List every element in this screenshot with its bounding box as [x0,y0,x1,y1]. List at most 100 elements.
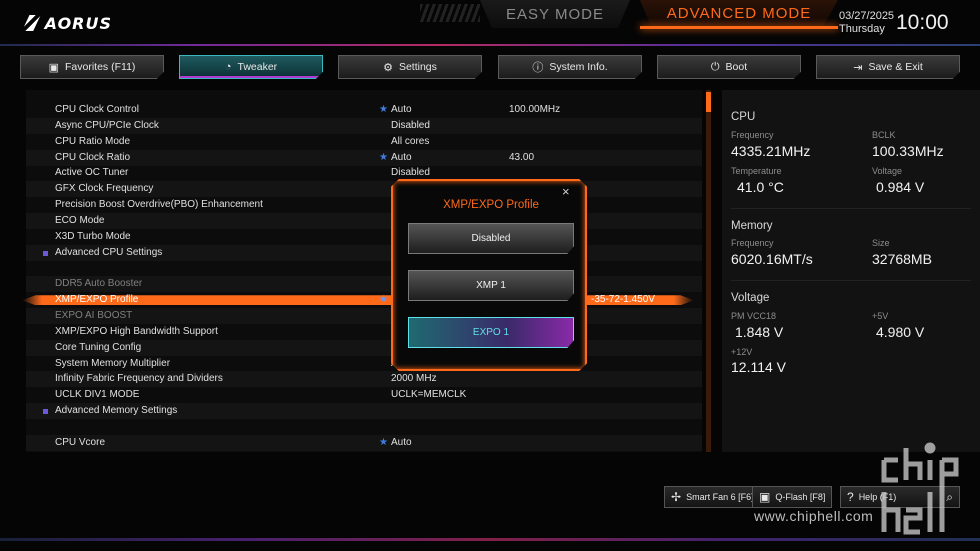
setting-row[interactable]: CPU Ratio Mode All cores [26,134,702,150]
setting-row[interactable]: Advanced CPU Settings [26,244,702,261]
5v-label: +5V [872,311,889,321]
setting-label: UCLK DIV1 MODE [55,389,140,401]
cpu-voltage-label: Voltage [872,166,903,176]
smart-fan-label: Smart Fan 6 [F6] [686,492,754,502]
tab-label: Boot [725,61,748,73]
tab-tweaker[interactable]: ◔ Tweaker [179,55,323,79]
chip-icon: ▣ [759,490,771,504]
favorite-star-icon[interactable]: ★ [379,102,388,118]
setting-value[interactable]: Disabled [391,165,430,181]
aorus-logo: AORUS [22,12,112,34]
setting-row[interactable]: UCLK DIV1 MODE UCLK=MEMCLK [26,387,702,403]
cpu-frequency-label: Frequency [731,130,774,140]
submenu-icon [43,250,48,256]
setting-label: CPU Vcore [55,436,106,448]
tab-save-exit[interactable]: ⇥ Save & Exit [816,55,960,79]
setting-row[interactable]: ECO Mode [26,212,702,229]
hardware-monitor-panel: CPU Frequency 4335.21MHz BCLK 100.33MHz … [722,90,980,452]
settings-scrollbar[interactable] [706,90,711,452]
setting-row[interactable]: Async CPU/PCIe Clock Disabled [26,117,702,134]
tab-system-info[interactable]: ⓘ System Info. [498,55,642,79]
tab-label: Settings [398,61,437,73]
favorite-star-icon[interactable]: ★ [379,150,388,166]
setting-row [26,261,702,277]
setting-value-current: -35-72-1.450V [591,294,655,306]
smart-fan-button[interactable]: ✢ Smart Fan 6 [F6] [664,486,761,508]
setting-row[interactable]: Active OC Tuner Disabled [26,165,702,181]
tab-favorites[interactable]: ▣ Favorites (F11) [20,55,164,79]
advanced-mode-tab[interactable]: ADVANCED MODE [640,0,838,28]
setting-label: GFX Clock Frequency [55,183,154,195]
setting-value-current: 100.00MHz [509,104,561,115]
option-xmp1[interactable]: XMP 1 [408,270,574,301]
memory-size-label: Size [872,238,890,248]
chiphell-watermark-logo [881,442,959,535]
setting-value[interactable]: Auto [391,150,412,166]
q-flash-label: Q-Flash [F8] [775,492,826,502]
setting-row[interactable]: EXPO AI BOOST [26,308,702,325]
setting-row[interactable]: System Memory MultiplierA [26,356,702,372]
setting-row[interactable]: CPU Vcore ★ Auto [26,434,702,451]
watermark-url: www.chiphell.com [754,508,874,524]
setting-value[interactable]: Auto [391,435,412,451]
setting-row[interactable]: DDR5 Auto Booster [26,276,702,293]
setting-row[interactable]: Infinity Fabric Frequency and Dividers 20… [26,371,702,388]
option-disabled[interactable]: Disabled [408,223,574,254]
tab-boot[interactable]: ⏻ Boot [657,55,801,79]
decorative-stripes [420,4,480,22]
setting-label: System Memory Multiplier [55,357,171,369]
setting-value[interactable]: UCLK=MEMCLK [391,387,466,403]
top-divider [0,44,980,46]
aorus-wing-icon [22,15,41,31]
setting-value[interactable]: Disabled [391,118,430,134]
cpu-frequency-value: 4335.21MHz [731,143,811,159]
tab-label: System Info. [549,61,608,73]
setting-label: Precision Boost Overdrive(PBO) Enhanceme… [55,199,263,211]
panel-divider [731,280,971,281]
memory-frequency-label: Frequency [731,238,774,248]
panel-divider [731,208,971,209]
cpu-temp-value: 41.0 °C [737,179,784,195]
day-text: Thursday [839,23,885,35]
gauge-icon: ◔ [224,61,232,73]
clock-display: 10:00 [896,11,949,34]
date-text: 03/27/2025 [839,10,895,22]
fan-icon: ✢ [671,490,682,504]
setting-value[interactable]: 2000 MHz [391,371,437,387]
tab-label: Save & Exit [868,61,923,73]
advanced-mode-underline [640,26,838,29]
close-icon[interactable]: × [562,184,570,199]
favorite-star-icon[interactable]: ★ [379,292,388,308]
setting-row[interactable]: Advanced Memory Settings [26,403,702,420]
setting-label: CPU Ratio Mode [55,135,131,147]
date-display: 03/27/2025 Thursday [839,10,894,36]
setting-row[interactable]: Precision Boost Overdrive(PBO) Enhanceme… [26,197,702,213]
easy-mode-tab[interactable]: EASY MODE [480,0,630,28]
submenu-icon [43,409,48,415]
setting-row[interactable]: CPU Clock Ratio ★ Auto 43.00 [26,149,702,166]
setting-row[interactable]: CPU Clock Control ★ Auto 100.00MHz [26,102,702,118]
bclk-value: 100.33MHz [872,143,944,159]
setting-row[interactable]: XMP/EXPO High Bandwidth Support [26,324,702,340]
bottom-divider [0,538,980,541]
setting-row[interactable]: Core Tuning Config [26,339,702,356]
setting-value[interactable]: All cores [391,134,429,150]
memory-size-value: 32768MB [872,251,932,267]
scrollbar-thumb[interactable] [706,92,711,112]
help-icon: ? [847,490,854,504]
option-expo1[interactable]: EXPO 1 [408,317,574,348]
memory-section-title: Memory [731,220,773,232]
tab-settings[interactable]: ⚙ Settings [338,55,482,79]
setting-value[interactable]: Auto [391,102,412,118]
q-flash-button[interactable]: ▣ Q-Flash [F8] [752,486,833,508]
setting-row[interactable]: X3D Turbo Mode [26,229,702,245]
setting-row[interactable]: GFX Clock Frequency [26,181,702,198]
favorite-star-icon[interactable]: ★ [379,435,388,451]
cpu-temp-label: Temperature [731,166,782,176]
setting-value-current: 43.00 [509,151,535,163]
setting-row[interactable]: XMP/EXPO Profile ★ -35-72-1.450V [26,292,702,308]
power-icon: ⏻ [710,60,720,73]
xmp-expo-profile-dialog: × XMP/EXPO Profile Disabled XMP 1 EXPO 1 [391,179,587,371]
dialog-title: XMP/EXPO Profile [443,199,539,211]
setting-label: DDR5 Auto Booster [55,278,143,290]
